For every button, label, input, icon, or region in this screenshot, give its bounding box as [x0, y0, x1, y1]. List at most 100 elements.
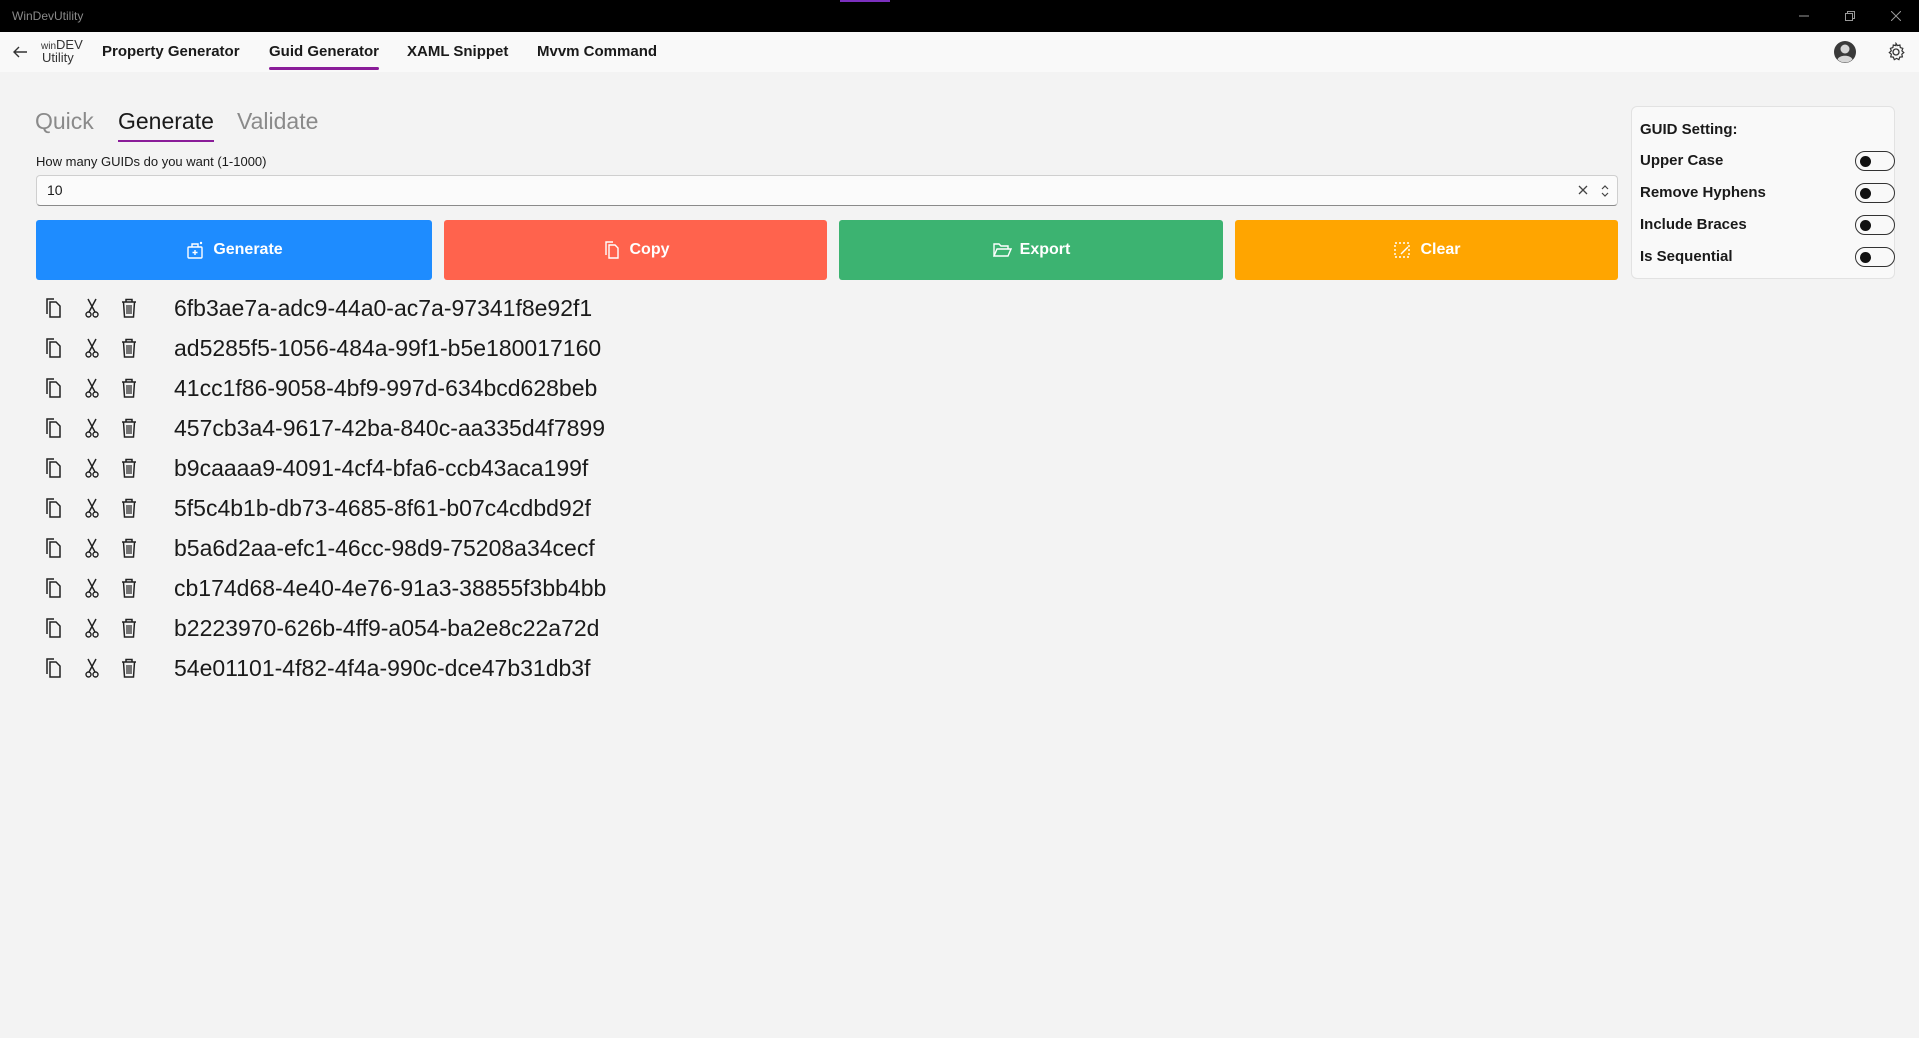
- generate-button-label: Generate: [213, 241, 283, 258]
- guid-value: 5f5c4b1b-db73-4685-8f61-b07c4cdbd92f: [174, 495, 591, 521]
- delete-guid-button[interactable]: [117, 296, 141, 320]
- export-button[interactable]: Export: [839, 220, 1223, 280]
- cut-guid-button[interactable]: [80, 296, 104, 320]
- guid-value: ad5285f5-1056-484a-99f1-b5e180017160: [174, 335, 602, 361]
- cut-icon: [85, 418, 99, 438]
- nav-property-generator[interactable]: Property Generator: [102, 43, 240, 60]
- spin-button[interactable]: [1597, 182, 1613, 200]
- tab-generate[interactable]: Generate: [118, 108, 214, 142]
- title-accent-line: [840, 0, 890, 2]
- copy-icon: [46, 658, 61, 678]
- copy-icon: [46, 378, 61, 398]
- copy-all-button[interactable]: Copy: [444, 220, 827, 280]
- guid-value: 6fb3ae7a-adc9-44a0-ac7a-97341f8e92f1: [174, 295, 593, 321]
- delete-icon: [122, 378, 136, 398]
- clear-button[interactable]: Clear: [1235, 220, 1618, 280]
- setting-label: Upper Case: [1640, 152, 1724, 169]
- delete-icon: [122, 338, 136, 358]
- minimize-icon: [1799, 15, 1809, 17]
- copy-guid-button[interactable]: [42, 376, 66, 400]
- cut-guid-button[interactable]: [80, 416, 104, 440]
- user-avatar[interactable]: [1833, 40, 1857, 64]
- delete-icon: [122, 578, 136, 598]
- cut-guid-button[interactable]: [80, 616, 104, 640]
- guid-row: b9caaaa9-4091-4cf4-bfa6-ccb43aca199f: [36, 450, 936, 490]
- delete-guid-button[interactable]: [117, 416, 141, 440]
- cut-guid-button[interactable]: [80, 496, 104, 520]
- delete-guid-button[interactable]: [117, 336, 141, 360]
- copy-icon: [46, 418, 61, 438]
- guid-value: b5a6d2aa-efc1-46cc-98d9-75208a34cecf: [174, 535, 595, 561]
- nav-xaml-snippet[interactable]: XAML Snippet: [407, 43, 508, 60]
- delete-guid-button[interactable]: [117, 656, 141, 680]
- gear-icon: [1888, 41, 1905, 61]
- cut-icon: [85, 578, 99, 598]
- delete-guid-button[interactable]: [117, 456, 141, 480]
- nav-guid-generator[interactable]: Guid Generator: [269, 43, 380, 70]
- copy-icon: [46, 618, 61, 638]
- restore-button[interactable]: [1827, 0, 1873, 32]
- copy-guid-button[interactable]: [42, 576, 66, 600]
- generate-button[interactable]: Generate: [36, 220, 432, 280]
- clear-input-button[interactable]: [1575, 182, 1591, 198]
- avatar-icon: [1834, 41, 1856, 63]
- cut-icon: [85, 458, 99, 478]
- app-logo: winDEV Utility: [41, 37, 85, 67]
- delete-guid-button[interactable]: [117, 496, 141, 520]
- copy-guid-button[interactable]: [42, 616, 66, 640]
- cut-guid-button[interactable]: [80, 576, 104, 600]
- setting-label: Remove Hyphens: [1640, 184, 1766, 201]
- setting-label: Is Sequential: [1640, 248, 1733, 265]
- cut-icon: [85, 538, 99, 558]
- back-button[interactable]: [8, 40, 32, 64]
- copy-icon: [46, 458, 61, 478]
- clear-selection-icon: [1394, 242, 1411, 258]
- delete-icon: [122, 498, 136, 518]
- guid-value: b2223970-626b-4ff9-a054-ba2e8c22a72d: [174, 615, 600, 641]
- delete-icon: [122, 418, 136, 438]
- back-arrow-icon: [13, 46, 27, 58]
- cut-guid-button[interactable]: [80, 376, 104, 400]
- include-braces-toggle[interactable]: [1855, 215, 1895, 235]
- copy-icon: [46, 578, 61, 598]
- cut-guid-button[interactable]: [80, 456, 104, 480]
- delete-guid-button[interactable]: [117, 536, 141, 560]
- copy-icon: [604, 241, 619, 259]
- guid-count-numberbox[interactable]: [36, 175, 1618, 206]
- copy-guid-button[interactable]: [42, 656, 66, 680]
- delete-icon: [122, 618, 136, 638]
- copy-guid-button[interactable]: [42, 296, 66, 320]
- guid-row: 41cc1f86-9058-4bf9-997d-634bcd628beb: [36, 370, 936, 410]
- cut-guid-button[interactable]: [80, 536, 104, 560]
- minimize-button[interactable]: [1781, 0, 1827, 32]
- copy-guid-button[interactable]: [42, 456, 66, 480]
- delete-guid-button[interactable]: [117, 376, 141, 400]
- delete-guid-button[interactable]: [117, 576, 141, 600]
- copy-guid-button[interactable]: [42, 536, 66, 560]
- settings-button[interactable]: [1886, 41, 1906, 62]
- restore-icon: [1845, 11, 1855, 21]
- guid-value: 457cb3a4-9617-42ba-840c-aa335d4f7899: [174, 415, 605, 441]
- guid-count-input[interactable]: [47, 182, 1547, 198]
- copy-guid-button[interactable]: [42, 336, 66, 360]
- guid-row: b2223970-626b-4ff9-a054-ba2e8c22a72d: [36, 610, 936, 650]
- cut-guid-button[interactable]: [80, 656, 104, 680]
- guid-value: b9caaaa9-4091-4cf4-bfa6-ccb43aca199f: [174, 455, 589, 481]
- remove-hyphens-toggle[interactable]: [1855, 183, 1895, 203]
- copy-guid-button[interactable]: [42, 416, 66, 440]
- delete-guid-button[interactable]: [117, 616, 141, 640]
- tab-validate[interactable]: Validate: [237, 108, 318, 135]
- spin-chevrons-icon: [1601, 185, 1609, 197]
- delete-icon: [122, 298, 136, 318]
- cut-icon: [85, 378, 99, 398]
- copy-guid-button[interactable]: [42, 496, 66, 520]
- upper-case-toggle[interactable]: [1855, 151, 1895, 171]
- guid-row: b5a6d2aa-efc1-46cc-98d9-75208a34cecf: [36, 530, 936, 570]
- tab-quick[interactable]: Quick: [35, 108, 94, 135]
- is-sequential-toggle[interactable]: [1855, 247, 1895, 267]
- close-button[interactable]: [1873, 0, 1919, 32]
- guid-count-label: How many GUIDs do you want (1-1000): [36, 154, 267, 169]
- setting-label: Include Braces: [1640, 216, 1747, 233]
- cut-guid-button[interactable]: [80, 336, 104, 360]
- nav-mvvm-command[interactable]: Mvvm Command: [537, 43, 657, 60]
